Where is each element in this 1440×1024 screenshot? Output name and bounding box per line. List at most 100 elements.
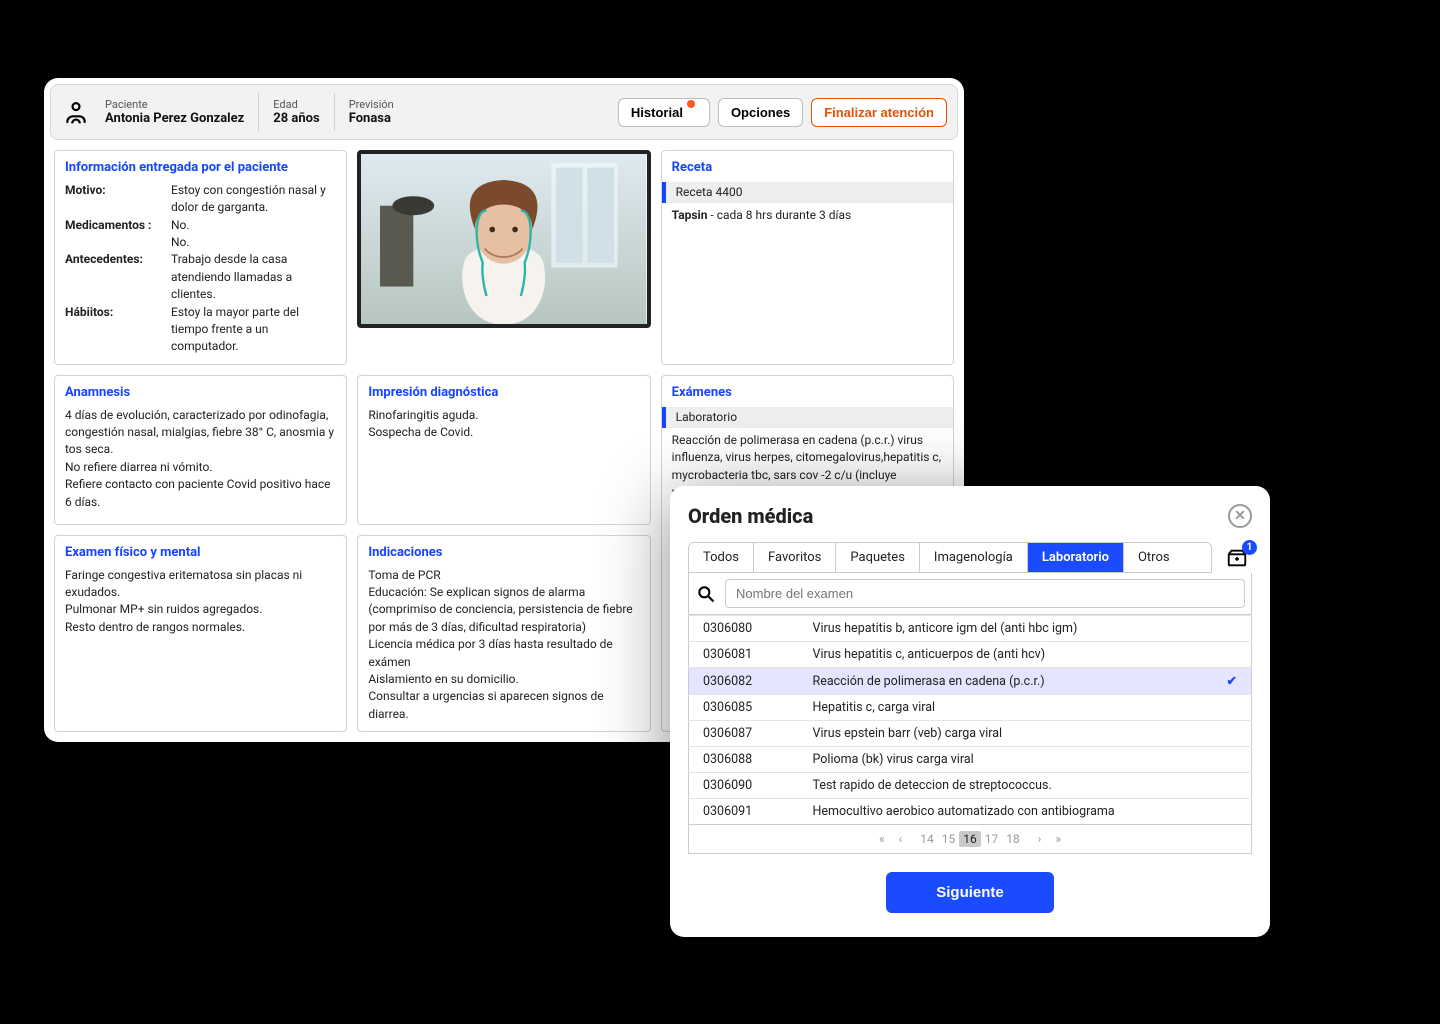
exam-code: 0306082 [689,668,799,695]
exam-code: 0306088 [689,747,799,773]
diagnosis-card: Impresión diagnóstica Rinofaringitis agu… [357,375,650,525]
physical-line: Faringe congestiva eritematosa sin placa… [65,567,336,602]
anamnesis-line: Refiere contacto con paciente Covid posi… [65,476,336,511]
medical-order-modal: Orden médica ✕ Todos Favoritos Paquetes … [670,486,1270,937]
video-feed [357,150,650,365]
pager-prev-icon[interactable]: ‹ [895,831,907,847]
history-label: Historial [631,105,683,120]
category-tabs: Todos Favoritos Paquetes Imagenología La… [688,542,1212,573]
close-icon[interactable]: ✕ [1228,504,1252,528]
antecedentes-value: Trabajo desde la casa atendiendo llamada… [171,251,336,303]
exam-code: 0306090 [689,773,799,799]
exam-name: Hepatitis c, carga viral [799,695,1213,721]
anamnesis-line: No refiere diarrea ni vómito. [65,459,336,476]
table-row[interactable]: 0306090Test rapido de deteccion de strep… [689,773,1252,799]
table-row[interactable]: 0306082Reacción de polimerasa en cadena … [689,668,1252,695]
table-row[interactable]: 0306080Virus hepatitis b, anticore igm d… [689,616,1252,642]
card-title: Impresión diagnóstica [368,384,639,403]
medicamentos-key: Medicamentos : [65,217,165,234]
medicamentos-value-2: No. [171,234,336,251]
exam-category-strip: Laboratorio [662,407,953,428]
exam-search-input[interactable] [725,579,1245,608]
tab-paquetes[interactable]: Paquetes [836,543,920,572]
options-button[interactable]: Opciones [718,98,803,127]
card-title: Exámenes [672,384,943,403]
pager-last-icon[interactable]: » [1051,831,1065,847]
basket-count-badge: 1 [1242,540,1257,555]
exam-name: Virus hepatitis b, anticore igm del (ant… [799,616,1213,642]
header-separator [258,93,259,131]
indications-card: Indicaciones Toma de PCR Educación: Se e… [357,535,650,732]
tab-favoritos[interactable]: Favoritos [754,543,836,572]
exam-code: 0306081 [689,642,799,668]
header-insurance-label: Previsión [349,98,394,111]
order-basket-button[interactable]: 1 [1222,545,1252,571]
physical-line: Pulmonar MP+ sin ruidos agregados. [65,601,336,618]
exam-name: Reacción de polimerasa en cadena (p.c.r.… [799,668,1213,695]
card-title: Anamnesis [65,384,336,403]
pager-next-icon[interactable]: › [1034,831,1046,847]
header-insurance: Previsión Fonasa [343,98,400,126]
modal-title: Orden médica [688,504,813,528]
header-age-value: 28 años [273,111,319,126]
card-title: Indicaciones [368,544,639,563]
physical-exam-card: Examen físico y mental Faringe congestiv… [54,535,347,732]
table-row[interactable]: 0306081Virus hepatitis c, anticuerpos de… [689,642,1252,668]
exam-name: Virus epstein barr (veb) carga viral [799,721,1213,747]
header-age-label: Edad [273,98,319,111]
medicamentos-value-1: No. [171,217,336,234]
table-row[interactable]: 0306085Hepatitis c, carga viral [689,695,1252,721]
table-row[interactable]: 0306088Polioma (bk) virus carga viral [689,747,1252,773]
header-bar: Paciente Antonia Perez Gonzalez Edad 28 … [50,84,958,140]
pager-page[interactable]: 18 [1002,831,1024,847]
tab-otros[interactable]: Otros [1124,543,1184,572]
pager-page[interactable]: 14 [916,831,938,847]
exam-name: Virus hepatitis c, anticuerpos de (anti … [799,642,1213,668]
search-icon [695,583,717,605]
anamnesis-card: Anamnesis 4 días de evolución, caracteri… [54,375,347,525]
next-button[interactable]: Siguiente [886,872,1054,913]
selected-check-icon [1213,721,1252,747]
pagination: « ‹ 1415161718 › » [688,825,1252,854]
header-insurance-value: Fonasa [349,111,394,126]
pager-page[interactable]: 17 [981,831,1003,847]
notification-dot-icon [687,100,695,108]
header-patient-value: Antonia Perez Gonzalez [105,111,244,126]
card-title: Receta [672,159,943,178]
indication-line: Licencia médica por 3 días hasta resulta… [368,636,639,671]
tab-laboratorio[interactable]: Laboratorio [1028,543,1124,572]
habitos-value: Estoy la mayor parte del tiempo frente a… [171,304,336,356]
finalize-button[interactable]: Finalizar atención [811,98,947,127]
motivo-value: Estoy con congestión nasal y dolor de ga… [171,182,336,217]
selected-check-icon: ✔ [1213,668,1252,695]
search-row [688,573,1252,615]
prescription-card: Receta Receta 4400 Tapsin - cada 8 hrs d… [661,150,954,365]
pager-page[interactable]: 15 [938,831,960,847]
pager-first-icon[interactable]: « [875,831,889,847]
exam-code: 0306091 [689,799,799,825]
exam-name: Polioma (bk) virus carga viral [799,747,1213,773]
selected-check-icon [1213,695,1252,721]
diagnosis-line: Rinofaringitis aguda. [368,407,639,424]
card-title: Información entregada por el paciente [65,159,336,178]
motivo-key: Motivo: [65,182,165,217]
physical-line: Resto dentro de rangos normales. [65,619,336,636]
selected-check-icon [1213,616,1252,642]
indication-line: Aislamiento en su domicilio. [368,671,639,688]
selected-check-icon [1213,642,1252,668]
exam-results-table: 0306080Virus hepatitis b, anticore igm d… [688,615,1252,825]
history-button[interactable]: Historial [618,98,710,127]
header-age: Edad 28 años [267,98,325,126]
exam-code: 0306085 [689,695,799,721]
anamnesis-line: 4 días de evolución, caracterizado por o… [65,407,336,459]
table-row[interactable]: 0306091Hemocultivo aerobico automatizado… [689,799,1252,825]
diagnosis-line: Sospecha de Covid. [368,424,639,441]
tab-todos[interactable]: Todos [689,543,754,572]
exam-code: 0306087 [689,721,799,747]
indication-line: Toma de PCR [368,567,639,584]
table-row[interactable]: 0306087Virus epstein barr (veb) carga vi… [689,721,1252,747]
pager-page[interactable]: 16 [959,831,981,847]
exam-code: 0306080 [689,616,799,642]
header-patient-label: Paciente [105,98,244,111]
tab-imagenologia[interactable]: Imagenología [920,543,1028,572]
